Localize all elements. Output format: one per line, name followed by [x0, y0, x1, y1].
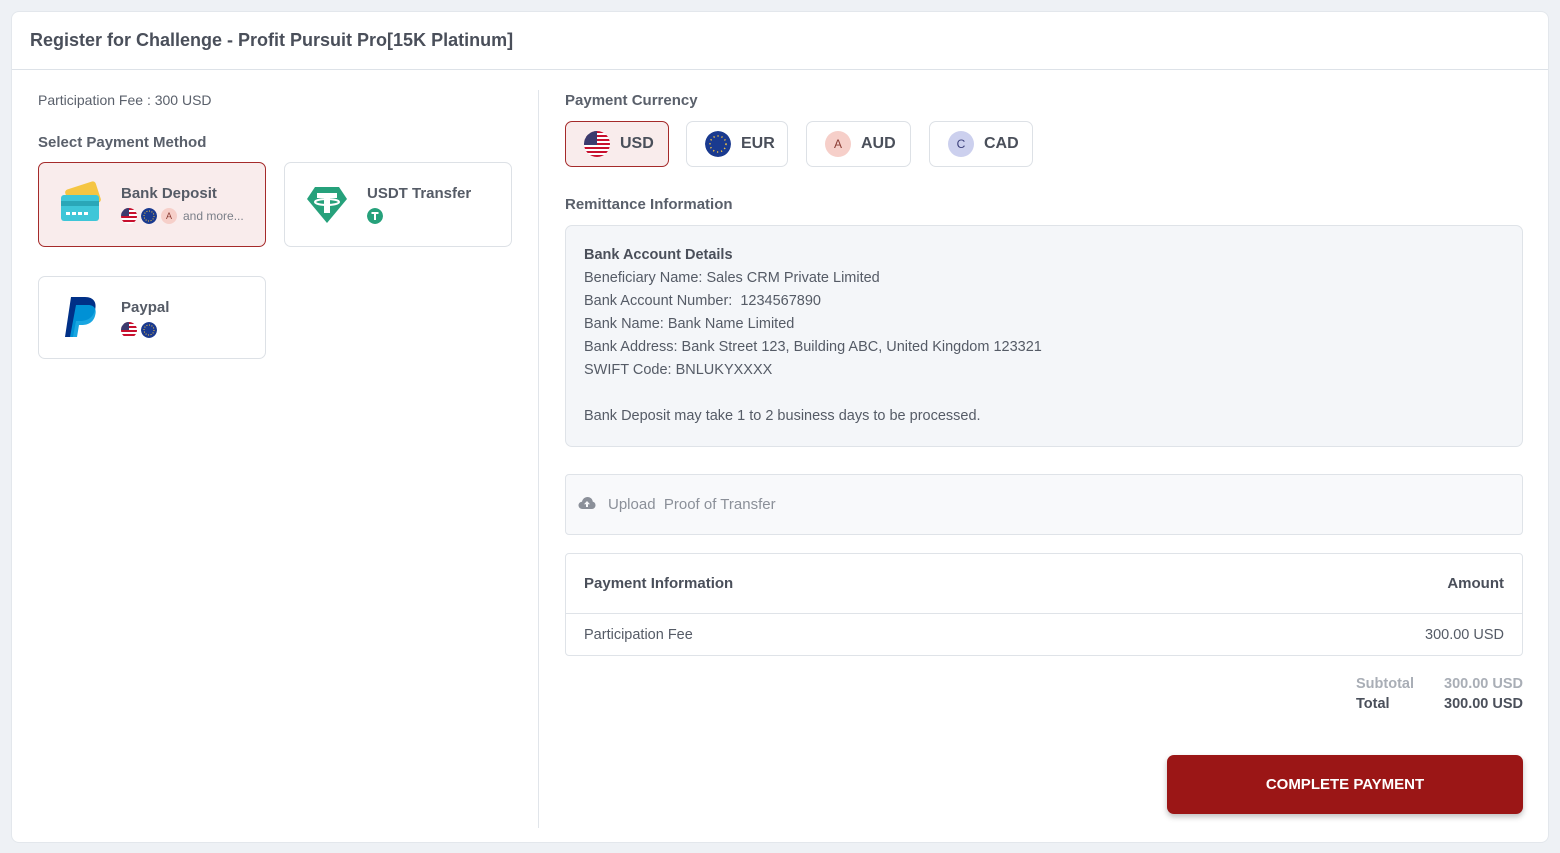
total-value: 300.00 USD [1444, 696, 1523, 712]
method-currencies [367, 208, 383, 224]
select-payment-method-title: Select Payment Method [38, 134, 207, 151]
method-name-paypal: Paypal [121, 299, 170, 316]
us-flag-icon [121, 322, 137, 338]
subtotal-value: 300.00 USD [1444, 676, 1523, 692]
payment-method-usdt-transfer[interactable]: USDT Transfer [284, 162, 512, 247]
table-row: Participation Fee 300.00 USD [566, 614, 1522, 656]
aud-letter-icon: A [825, 131, 851, 157]
totals-summary: Subtotal 300.00 USD Total 300.00 USD [1356, 676, 1523, 716]
currency-eur[interactable]: EUR [686, 121, 788, 167]
cad-letter-icon: C [948, 131, 974, 157]
currency-code: AUD [861, 135, 896, 152]
upload-label: Upload Proof of Transfer [608, 496, 776, 513]
column-payment-information: Payment Information [584, 575, 734, 592]
card-header: Register for Challenge - Profit Pursuit … [12, 12, 1548, 70]
payment-information-table: Payment Information Amount Participation… [565, 553, 1523, 656]
bank-address: Bank Address: Bank Street 123, Building … [584, 339, 1042, 355]
method-currencies: A and more... [121, 208, 244, 224]
us-flag-icon [121, 208, 137, 224]
tether-mini-icon [367, 208, 383, 224]
credit-card-icon [57, 181, 105, 229]
swift-code: SWIFT Code: BNLUKYXXXX [584, 362, 773, 378]
paypal-icon [57, 293, 105, 341]
method-name-usdt-transfer: USDT Transfer [367, 185, 472, 202]
currency-code: CAD [984, 135, 1019, 152]
payment-method-bank-deposit[interactable]: Bank Deposit A and more... [38, 162, 266, 247]
eu-flag-icon [705, 131, 731, 157]
page-title: Register for Challenge - Profit Pursuit … [30, 30, 514, 50]
eu-flag-icon [141, 322, 157, 338]
total-label: Total [1356, 696, 1390, 712]
payment-method-paypal[interactable]: Paypal [38, 276, 266, 359]
cloud-upload-icon [578, 496, 596, 514]
currency-code: USD [620, 135, 654, 152]
row-amount: 300.00 USD [1425, 627, 1504, 643]
us-flag-icon [584, 131, 610, 157]
bank-account-number: Bank Account Number: 1234567890 [584, 293, 821, 309]
aud-letter-icon: A [161, 208, 177, 224]
row-label: Participation Fee [584, 627, 693, 643]
remittance-info-box: Bank Account Details Beneficiary Name: S… [565, 225, 1523, 447]
currency-usd[interactable]: USD [565, 121, 669, 167]
complete-payment-button[interactable]: COMPLETE PAYMENT [1167, 755, 1523, 814]
bank-account-heading: Bank Account Details [584, 247, 733, 263]
register-card: Register for Challenge - Profit Pursuit … [11, 11, 1549, 843]
subtotal-label: Subtotal [1356, 676, 1414, 692]
currency-code: EUR [741, 135, 775, 152]
payment-currency-title: Payment Currency [565, 92, 698, 109]
processing-note: Bank Deposit may take 1 to 2 business da… [584, 408, 981, 424]
eu-flag-icon [141, 208, 157, 224]
currency-aud[interactable]: A AUD [806, 121, 911, 167]
table-header: Payment Information Amount [566, 554, 1522, 614]
participation-fee: Participation Fee : 300 USD [38, 92, 212, 108]
column-amount: Amount [1447, 575, 1504, 592]
column-divider [538, 90, 539, 828]
remittance-title: Remittance Information [565, 196, 733, 213]
beneficiary-name: Beneficiary Name: Sales CRM Private Limi… [584, 270, 880, 286]
method-name-bank-deposit: Bank Deposit [121, 185, 217, 202]
method-currencies [121, 322, 157, 338]
upload-proof-field[interactable]: Upload Proof of Transfer [565, 474, 1523, 535]
bank-name: Bank Name: Bank Name Limited [584, 316, 795, 332]
tether-icon [303, 181, 351, 229]
more-currencies-text: and more... [183, 209, 244, 223]
currency-cad[interactable]: C CAD [929, 121, 1033, 167]
